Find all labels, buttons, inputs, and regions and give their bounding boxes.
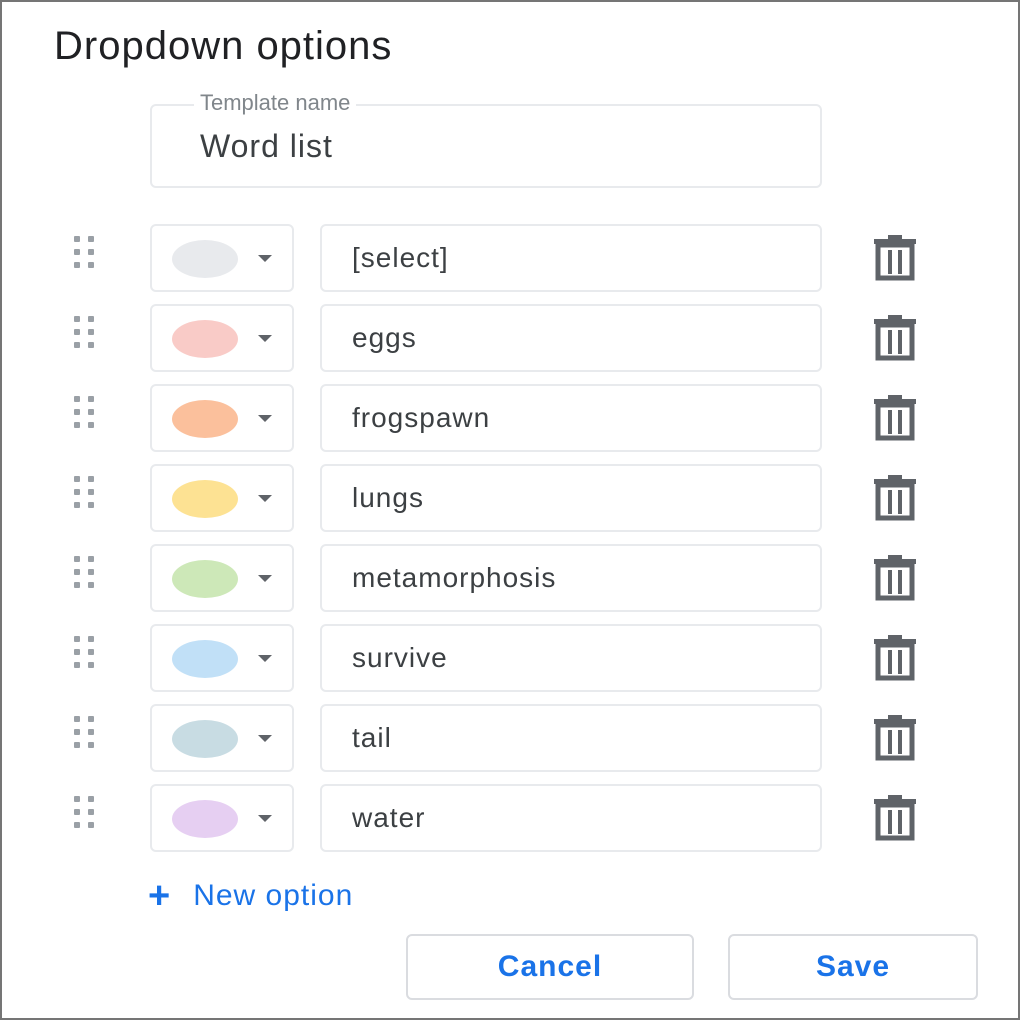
color-swatch xyxy=(172,640,238,678)
drag-handle-icon[interactable] xyxy=(74,316,108,352)
option-row xyxy=(2,384,1024,454)
chevron-down-icon xyxy=(258,655,272,662)
chevron-down-icon xyxy=(258,415,272,422)
template-name-label: Template name xyxy=(194,90,357,116)
chevron-down-icon xyxy=(258,735,272,742)
trash-icon[interactable] xyxy=(870,234,920,282)
option-row xyxy=(2,304,1024,374)
trash-icon[interactable] xyxy=(870,474,920,522)
dropdown-options-dialog: Dropdown options Template name Word list… xyxy=(0,0,1020,1020)
color-picker-button[interactable] xyxy=(150,784,294,852)
drag-handle-icon[interactable] xyxy=(74,716,108,752)
dialog-title: Dropdown options xyxy=(54,24,393,68)
color-swatch xyxy=(172,240,238,278)
chevron-down-icon xyxy=(258,575,272,582)
option-input[interactable] xyxy=(320,624,822,692)
option-row xyxy=(2,624,1024,694)
color-picker-button[interactable] xyxy=(150,624,294,692)
option-row xyxy=(2,464,1024,534)
option-input[interactable] xyxy=(320,224,822,292)
drag-handle-icon[interactable] xyxy=(74,556,108,592)
cancel-button[interactable]: Cancel xyxy=(406,934,694,1000)
option-input[interactable] xyxy=(320,544,822,612)
trash-icon[interactable] xyxy=(870,794,920,842)
save-button[interactable]: Save xyxy=(728,934,978,1000)
template-name-value[interactable]: Word list xyxy=(200,126,333,166)
color-picker-button[interactable] xyxy=(150,704,294,772)
color-picker-button[interactable] xyxy=(150,384,294,452)
option-row xyxy=(2,224,1024,294)
option-input[interactable] xyxy=(320,704,822,772)
trash-icon[interactable] xyxy=(870,634,920,682)
drag-handle-icon[interactable] xyxy=(74,236,108,272)
new-option-button[interactable]: + New option xyxy=(148,874,353,918)
drag-handle-icon[interactable] xyxy=(74,636,108,672)
color-swatch xyxy=(172,320,238,358)
trash-icon[interactable] xyxy=(870,314,920,362)
trash-icon[interactable] xyxy=(870,714,920,762)
option-input[interactable] xyxy=(320,784,822,852)
option-row xyxy=(2,704,1024,774)
color-picker-button[interactable] xyxy=(150,464,294,532)
plus-icon: + xyxy=(148,875,172,917)
chevron-down-icon xyxy=(258,495,272,502)
template-name-field[interactable]: Template name Word list xyxy=(150,90,822,188)
option-input[interactable] xyxy=(320,304,822,372)
option-input[interactable] xyxy=(320,384,822,452)
new-option-label: New option xyxy=(193,879,354,912)
trash-icon[interactable] xyxy=(870,394,920,442)
option-input[interactable] xyxy=(320,464,822,532)
chevron-down-icon xyxy=(258,255,272,262)
drag-handle-icon[interactable] xyxy=(74,796,108,832)
option-row xyxy=(2,544,1024,614)
color-picker-button[interactable] xyxy=(150,304,294,372)
drag-handle-icon[interactable] xyxy=(74,396,108,432)
drag-handle-icon[interactable] xyxy=(74,476,108,512)
option-row xyxy=(2,784,1024,854)
color-swatch xyxy=(172,720,238,758)
color-swatch xyxy=(172,560,238,598)
chevron-down-icon xyxy=(258,335,272,342)
color-swatch xyxy=(172,480,238,518)
color-picker-button[interactable] xyxy=(150,544,294,612)
trash-icon[interactable] xyxy=(870,554,920,602)
chevron-down-icon xyxy=(258,815,272,822)
color-swatch xyxy=(172,400,238,438)
color-swatch xyxy=(172,800,238,838)
color-picker-button[interactable] xyxy=(150,224,294,292)
